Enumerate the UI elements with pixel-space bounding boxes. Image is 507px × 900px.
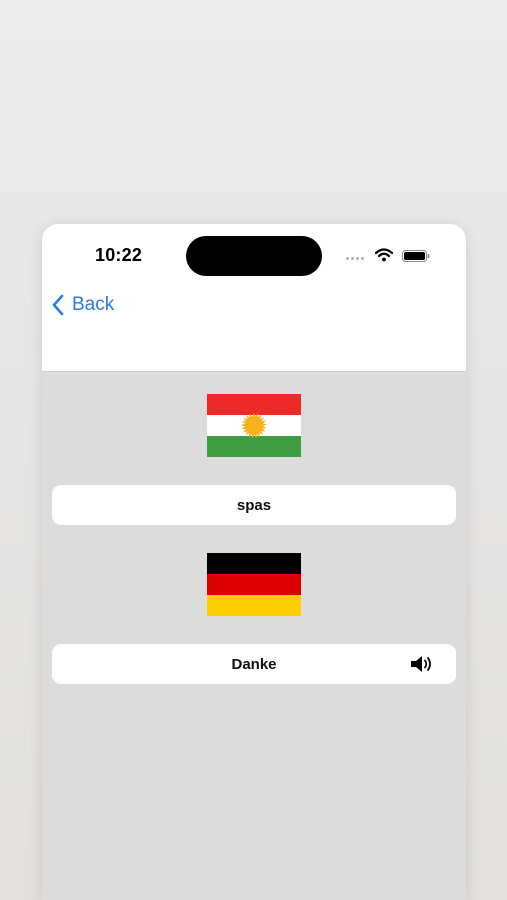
battery-icon: [402, 250, 430, 262]
navigation-bar: 10:22 Back: [42, 224, 466, 372]
dynamic-island: [186, 236, 322, 276]
target-word: Danke: [231, 655, 277, 673]
target-word-card: Danke: [52, 644, 456, 684]
kurdistan-flag-icon: [207, 394, 301, 457]
germany-flag-icon: [207, 553, 301, 616]
signal-dots-icon: [346, 257, 364, 260]
speaker-icon[interactable]: [410, 654, 434, 674]
chevron-left-icon: [52, 294, 64, 316]
status-time: 10:22: [95, 245, 143, 265]
source-word: spas: [236, 496, 272, 514]
back-label: Back: [72, 294, 115, 315]
wifi-icon: [375, 248, 393, 262]
phone-screen: 10:22 Back spas Danke: [42, 224, 466, 900]
back-button[interactable]: Back: [51, 294, 114, 316]
source-word-card: spas: [52, 485, 456, 525]
